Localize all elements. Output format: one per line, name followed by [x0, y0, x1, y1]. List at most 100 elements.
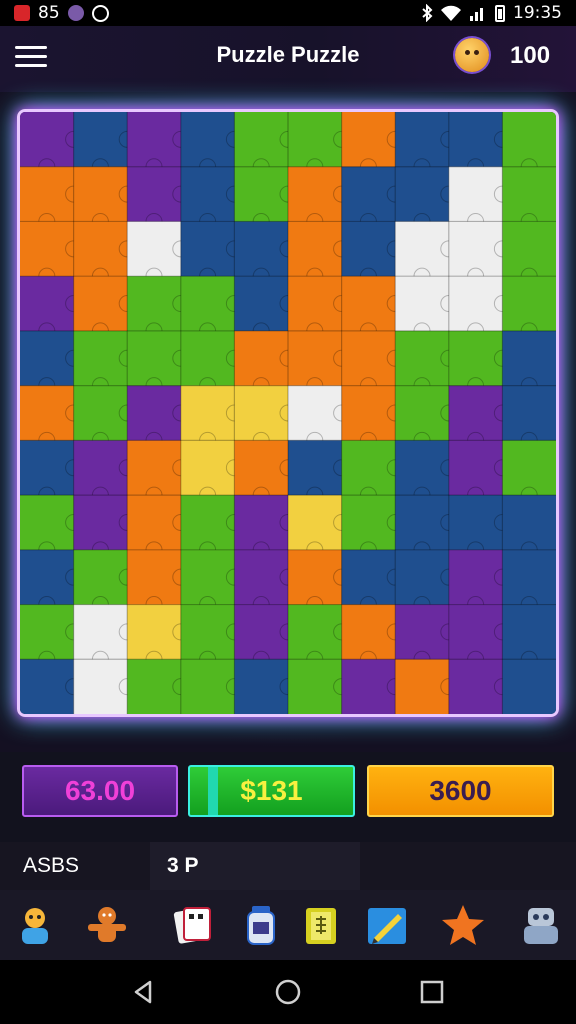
puzzle-piece[interactable]	[448, 659, 511, 714]
puzzle-piece[interactable]	[73, 440, 136, 504]
puzzle-piece[interactable]	[341, 112, 404, 176]
puzzle-piece[interactable]	[395, 276, 458, 340]
puzzle-piece[interactable]	[73, 495, 136, 559]
puzzle-piece[interactable]	[502, 549, 556, 614]
back-icon[interactable]	[128, 976, 160, 1008]
puzzle-piece[interactable]	[20, 276, 83, 340]
puzzle-piece[interactable]	[234, 330, 297, 395]
puzzle-piece[interactable]	[127, 276, 190, 340]
puzzle-piece[interactable]	[288, 112, 351, 176]
puzzle-piece[interactable]	[288, 385, 351, 449]
puzzle-piece[interactable]	[234, 659, 297, 714]
info-chip[interactable]: 3 P	[150, 842, 360, 890]
puzzle-piece[interactable]	[341, 166, 404, 230]
puzzle-piece[interactable]	[73, 330, 136, 395]
puzzle-piece[interactable]	[502, 385, 556, 449]
puzzle-piece[interactable]	[180, 330, 243, 395]
puzzle-piece[interactable]	[448, 549, 511, 614]
puzzle-piece[interactable]	[395, 166, 458, 230]
puzzle-piece[interactable]	[395, 330, 458, 395]
puzzle-piece[interactable]	[234, 166, 297, 230]
puzzle-piece[interactable]	[127, 440, 190, 504]
puzzle-piece[interactable]	[234, 440, 297, 504]
puzzle-piece[interactable]	[234, 604, 297, 668]
puzzle-piece[interactable]	[180, 276, 243, 340]
puzzle-piece[interactable]	[502, 166, 556, 230]
puzzle-piece[interactable]	[73, 659, 136, 714]
puzzle-piece[interactable]	[288, 276, 351, 340]
puzzle-piece[interactable]	[180, 549, 243, 614]
puzzle-piece[interactable]	[73, 276, 136, 340]
gingerbread-icon[interactable]	[84, 902, 130, 948]
puzzle-piece[interactable]	[234, 221, 297, 285]
puzzle-piece[interactable]	[20, 440, 83, 504]
puzzle-piece[interactable]	[448, 385, 511, 449]
puzzle-piece[interactable]	[234, 276, 297, 340]
puzzle-piece[interactable]	[180, 166, 243, 230]
puzzle-piece[interactable]	[448, 221, 511, 285]
puzzle-piece[interactable]	[502, 221, 556, 285]
puzzle-piece[interactable]	[127, 112, 190, 176]
puzzle-piece[interactable]	[288, 221, 351, 285]
puzzle-piece[interactable]	[395, 495, 458, 559]
puzzle-piece[interactable]	[127, 166, 190, 230]
puzzle-piece[interactable]	[234, 385, 297, 449]
puzzle-piece[interactable]	[234, 112, 297, 176]
puzzle-piece[interactable]	[127, 495, 190, 559]
jar-icon[interactable]	[238, 902, 284, 948]
puzzle-piece[interactable]	[288, 166, 351, 230]
ticket-icon[interactable]	[298, 902, 344, 948]
puzzle-piece[interactable]	[502, 440, 556, 504]
puzzle-piece[interactable]	[395, 385, 458, 449]
puzzle-piece[interactable]	[20, 495, 83, 559]
puzzle-piece[interactable]	[180, 221, 243, 285]
puzzle-piece[interactable]	[395, 440, 458, 504]
puzzle-piece[interactable]	[395, 659, 458, 714]
puzzle-piece[interactable]	[502, 330, 556, 395]
puzzle-piece[interactable]	[127, 330, 190, 395]
robot-icon[interactable]	[518, 902, 564, 948]
purple-counter-button[interactable]: 63.00	[22, 765, 178, 817]
orange-counter-button[interactable]: 3600	[367, 765, 554, 817]
puzzle-piece[interactable]	[180, 604, 243, 668]
puzzle-piece[interactable]	[73, 549, 136, 614]
puzzle-piece[interactable]	[288, 659, 351, 714]
puzzle-piece[interactable]	[127, 385, 190, 449]
puzzle-piece[interactable]	[395, 549, 458, 614]
puzzle-piece[interactable]	[180, 440, 243, 504]
puzzle-piece[interactable]	[20, 330, 83, 395]
puzzle-piece[interactable]	[20, 385, 83, 449]
puzzle-piece[interactable]	[180, 112, 243, 176]
puzzle-piece[interactable]	[502, 604, 556, 668]
character-icon[interactable]	[12, 902, 58, 948]
puzzle-piece[interactable]	[341, 549, 404, 614]
puzzle-piece[interactable]	[73, 166, 136, 230]
puzzle-piece[interactable]	[288, 604, 351, 668]
puzzle-piece[interactable]	[448, 495, 511, 559]
puzzle-piece[interactable]	[448, 330, 511, 395]
puzzle-piece[interactable]	[502, 659, 556, 714]
puzzle-piece[interactable]	[341, 495, 404, 559]
puzzle-piece[interactable]	[127, 604, 190, 668]
puzzle-piece[interactable]	[288, 549, 351, 614]
puzzle-pieces[interactable]	[20, 112, 556, 714]
pencil-icon[interactable]	[364, 902, 410, 948]
puzzle-piece[interactable]	[502, 495, 556, 559]
puzzle-piece[interactable]	[127, 221, 190, 285]
puzzle-piece[interactable]	[73, 221, 136, 285]
puzzle-piece[interactable]	[448, 112, 511, 176]
puzzle-piece[interactable]	[234, 495, 297, 559]
puzzle-piece[interactable]	[20, 604, 83, 668]
puzzle-piece[interactable]	[448, 276, 511, 340]
puzzle-piece[interactable]	[448, 440, 511, 504]
puzzle-piece[interactable]	[73, 385, 136, 449]
cards-icon[interactable]	[170, 902, 216, 948]
puzzle-piece[interactable]	[448, 604, 511, 668]
puzzle-piece[interactable]	[341, 385, 404, 449]
puzzle-piece[interactable]	[234, 549, 297, 614]
puzzle-piece[interactable]	[20, 659, 83, 714]
puzzle-piece[interactable]	[341, 330, 404, 395]
puzzle-piece[interactable]	[395, 221, 458, 285]
puzzle-piece[interactable]	[395, 604, 458, 668]
recents-icon[interactable]	[416, 976, 448, 1008]
